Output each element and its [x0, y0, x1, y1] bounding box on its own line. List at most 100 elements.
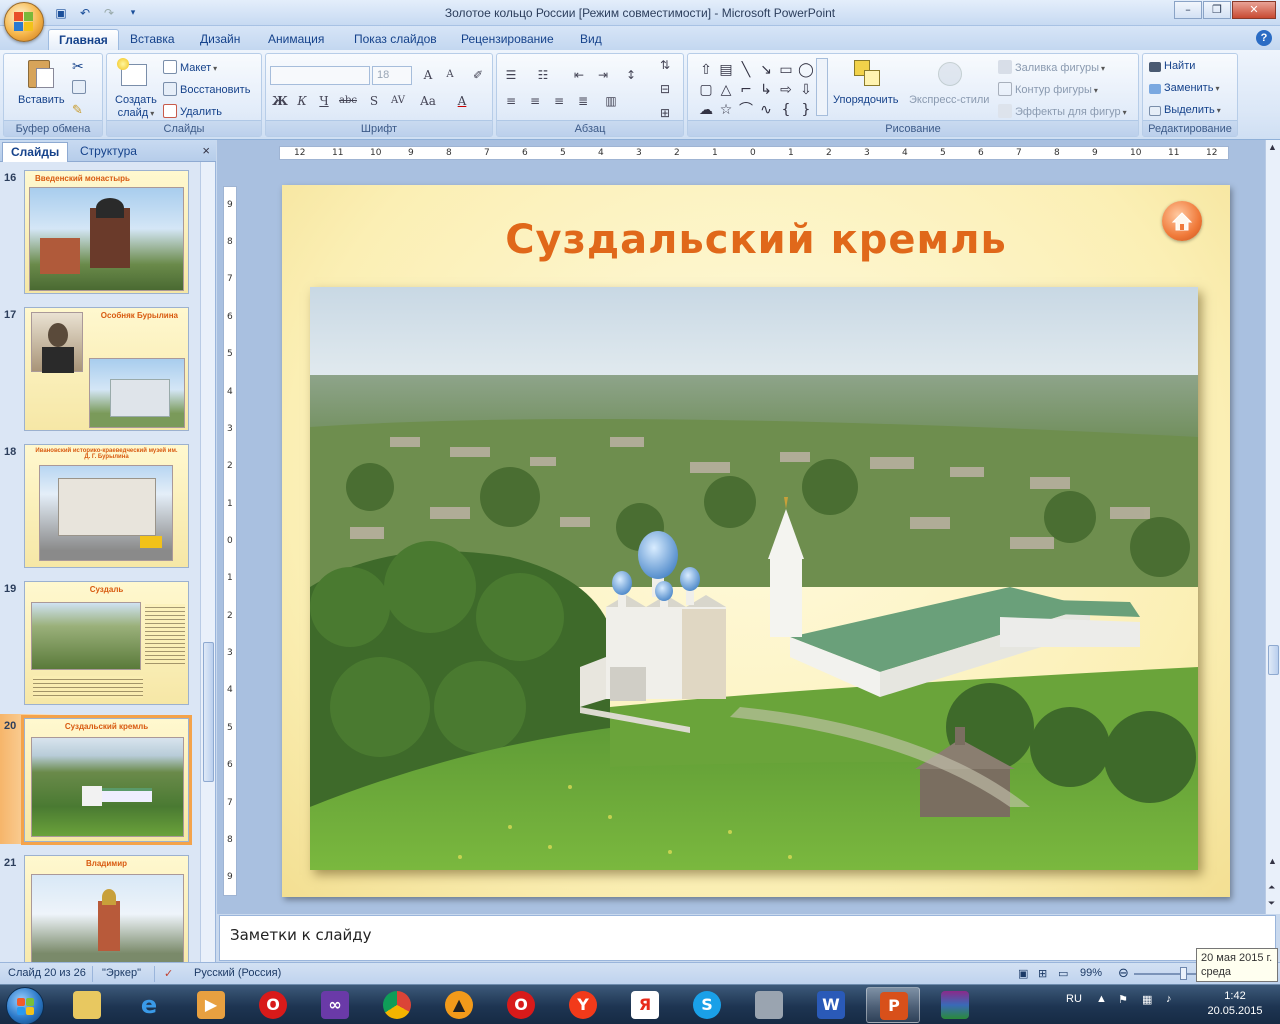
taskbar-yandex-browser[interactable]: Y — [556, 987, 610, 1023]
copy-icon[interactable] — [72, 80, 89, 94]
shape-outline-button[interactable]: Контур фигуры ▾ — [998, 82, 1098, 96]
network-icon[interactable]: ▦ — [1142, 993, 1152, 1006]
new-slide-button[interactable]: Создать слайд ▾ — [115, 94, 157, 120]
align-text-icon[interactable]: ⊟ — [655, 80, 675, 98]
normal-view-icon[interactable]: ▣ — [1018, 967, 1028, 980]
text-direction-icon[interactable]: ⇅ — [655, 56, 675, 74]
slide-scrollbar[interactable]: ▲ ▲ ⏶ ⏷ — [1265, 140, 1280, 914]
zoom-slider-knob[interactable] — [1180, 967, 1187, 980]
underline-icon[interactable]: Ч — [314, 92, 334, 110]
quick-styles-button[interactable]: Экспресс-стили — [909, 94, 989, 106]
notes-pane[interactable]: Заметки к слайду — [219, 915, 1276, 961]
cut-icon[interactable]: ✂ — [72, 58, 84, 75]
taskbar-opera[interactable]: O — [246, 987, 300, 1023]
taskbar-scanner[interactable] — [742, 987, 796, 1023]
char-spacing-icon[interactable]: AV — [388, 92, 408, 110]
arrange-button[interactable]: Упорядочить — [833, 94, 898, 106]
align-left-icon[interactable]: ≡ — [501, 92, 521, 110]
taskbar-aimp[interactable]: ▲ — [432, 987, 486, 1023]
thumbnail-scrollbar[interactable] — [200, 162, 215, 962]
tray-expand-icon[interactable]: ▲ — [1096, 993, 1107, 1005]
replace-button[interactable]: Заменить ▾ — [1149, 82, 1219, 94]
slide-scroll-thumb[interactable] — [1268, 645, 1279, 675]
pane-close-icon[interactable]: × — [202, 143, 210, 158]
shapes-gallery-scroll[interactable] — [816, 58, 828, 116]
maximize-button[interactable]: ❐ — [1203, 1, 1231, 19]
shrink-font-icon[interactable]: A — [440, 66, 460, 84]
slide-thumbnail[interactable]: Владимир — [24, 855, 189, 962]
align-right-icon[interactable]: ≡ — [549, 92, 569, 110]
clear-format-icon[interactable]: ✐ — [468, 66, 488, 84]
shape-effects-button[interactable]: Эффекты для фигур ▾ — [998, 104, 1127, 118]
tab-home[interactable]: Главная — [48, 29, 119, 50]
taskbar-ie[interactable]: e — [122, 987, 176, 1023]
office-button[interactable] — [4, 2, 44, 42]
shapes-gallery[interactable]: ⇧ ▤ ╲ ↘ ▭ ◯ ▢ △ ⌐ ↳ ⇨ ⇩ ☁ ☆ ⌒ ∿ {} — [696, 60, 816, 120]
tab-slideshow[interactable]: Показ слайдов — [344, 29, 447, 50]
paste-button[interactable]: Вставить — [18, 94, 65, 106]
find-button[interactable]: Найти — [1149, 60, 1195, 72]
taskbar-yandex[interactable]: Я — [618, 987, 672, 1023]
shape-fill-button[interactable]: Заливка фигуры ▾ — [998, 60, 1105, 74]
taskbar-skype[interactable]: S — [680, 987, 734, 1023]
new-slide-icon[interactable] — [117, 58, 149, 90]
taskbar-explorer[interactable] — [60, 987, 114, 1023]
tab-review[interactable]: Рецензирование — [451, 29, 564, 50]
close-button[interactable]: ✕ — [1232, 1, 1276, 19]
volume-icon[interactable]: ♪ — [1166, 993, 1172, 1005]
grow-font-icon[interactable]: A — [418, 66, 438, 84]
taskbar-opera-2[interactable]: O — [494, 987, 548, 1023]
change-case-icon[interactable]: Aa — [418, 92, 438, 110]
tab-view[interactable]: Вид — [570, 29, 612, 50]
flag-icon[interactable]: ⚑ — [1118, 993, 1128, 1006]
shadow-icon[interactable]: S — [364, 92, 384, 110]
next-slide-icon[interactable]: ⏷ — [1268, 898, 1275, 909]
thumbnail-scroll-thumb[interactable] — [203, 642, 214, 782]
slide-thumbnail[interactable]: Особняк Бурылина — [24, 307, 189, 431]
quick-styles-icon[interactable] — [934, 58, 966, 90]
bullets-icon[interactable]: ☰ — [501, 66, 521, 84]
strikethrough-icon[interactable]: abc — [338, 92, 358, 110]
select-button[interactable]: Выделить ▾ — [1149, 104, 1221, 116]
spellcheck-icon[interactable]: ✓ — [164, 967, 173, 980]
scroll-up-icon[interactable]: ▲ — [1268, 142, 1277, 152]
taskbar-chrome[interactable] — [370, 987, 424, 1023]
notes-placeholder[interactable]: Заметки к слайду — [230, 926, 372, 944]
zoom-level[interactable]: 99% — [1080, 967, 1102, 979]
tab-slides[interactable]: Слайды — [2, 142, 69, 162]
slide-canvas[interactable]: Суздальский кремль — [282, 185, 1230, 897]
start-button[interactable] — [6, 987, 44, 1024]
taskbar-word[interactable]: W — [804, 987, 858, 1023]
taskbar-powerpoint[interactable]: P — [866, 987, 920, 1023]
taskbar-media-player[interactable]: ▶ — [184, 987, 238, 1023]
clock[interactable]: 1:42 20.05.2015 — [1196, 989, 1274, 1019]
help-icon[interactable]: ? — [1256, 30, 1272, 46]
minimize-button[interactable]: – — [1174, 1, 1202, 19]
sorter-view-icon[interactable]: ⊞ — [1038, 967, 1047, 980]
font-color-icon[interactable]: A — [452, 92, 472, 110]
format-painter-icon[interactable]: ✎ — [72, 102, 83, 118]
slide-thumbnail[interactable]: Суздаль — [24, 581, 189, 705]
bold-icon[interactable]: Ж — [270, 92, 290, 110]
align-center-icon[interactable]: ≡ — [525, 92, 545, 110]
tab-animation[interactable]: Анимация — [258, 29, 334, 50]
home-icon[interactable] — [1162, 201, 1202, 241]
font-size-field[interactable]: 18 — [372, 66, 412, 85]
language-tray[interactable]: RU — [1066, 993, 1082, 1005]
slideshow-view-icon[interactable]: ▭ — [1058, 967, 1068, 980]
justify-icon[interactable]: ≣ — [573, 92, 593, 110]
tab-insert[interactable]: Вставка — [120, 29, 185, 50]
font-name-field[interactable] — [270, 66, 370, 85]
line-spacing-icon[interactable]: ↕ — [621, 66, 641, 84]
slide-thumbnail[interactable]: Ивановский историко-краеведческий музей … — [24, 444, 189, 568]
columns-icon[interactable]: ▥ — [601, 92, 621, 110]
prev-slide-icon[interactable]: ⏶ — [1268, 882, 1275, 893]
italic-icon[interactable]: К — [292, 92, 312, 110]
reset-button[interactable]: Восстановить — [163, 82, 250, 96]
slide-thumbnail-selected[interactable]: Суздальский кремль — [21, 715, 192, 845]
slide-title[interactable]: Суздальский кремль — [282, 217, 1230, 263]
increase-indent-icon[interactable]: ⇥ — [593, 66, 613, 84]
zoom-out-icon[interactable]: ⊖ — [1118, 965, 1129, 981]
taskbar-winrar[interactable] — [928, 987, 982, 1023]
decrease-indent-icon[interactable]: ⇤ — [569, 66, 589, 84]
